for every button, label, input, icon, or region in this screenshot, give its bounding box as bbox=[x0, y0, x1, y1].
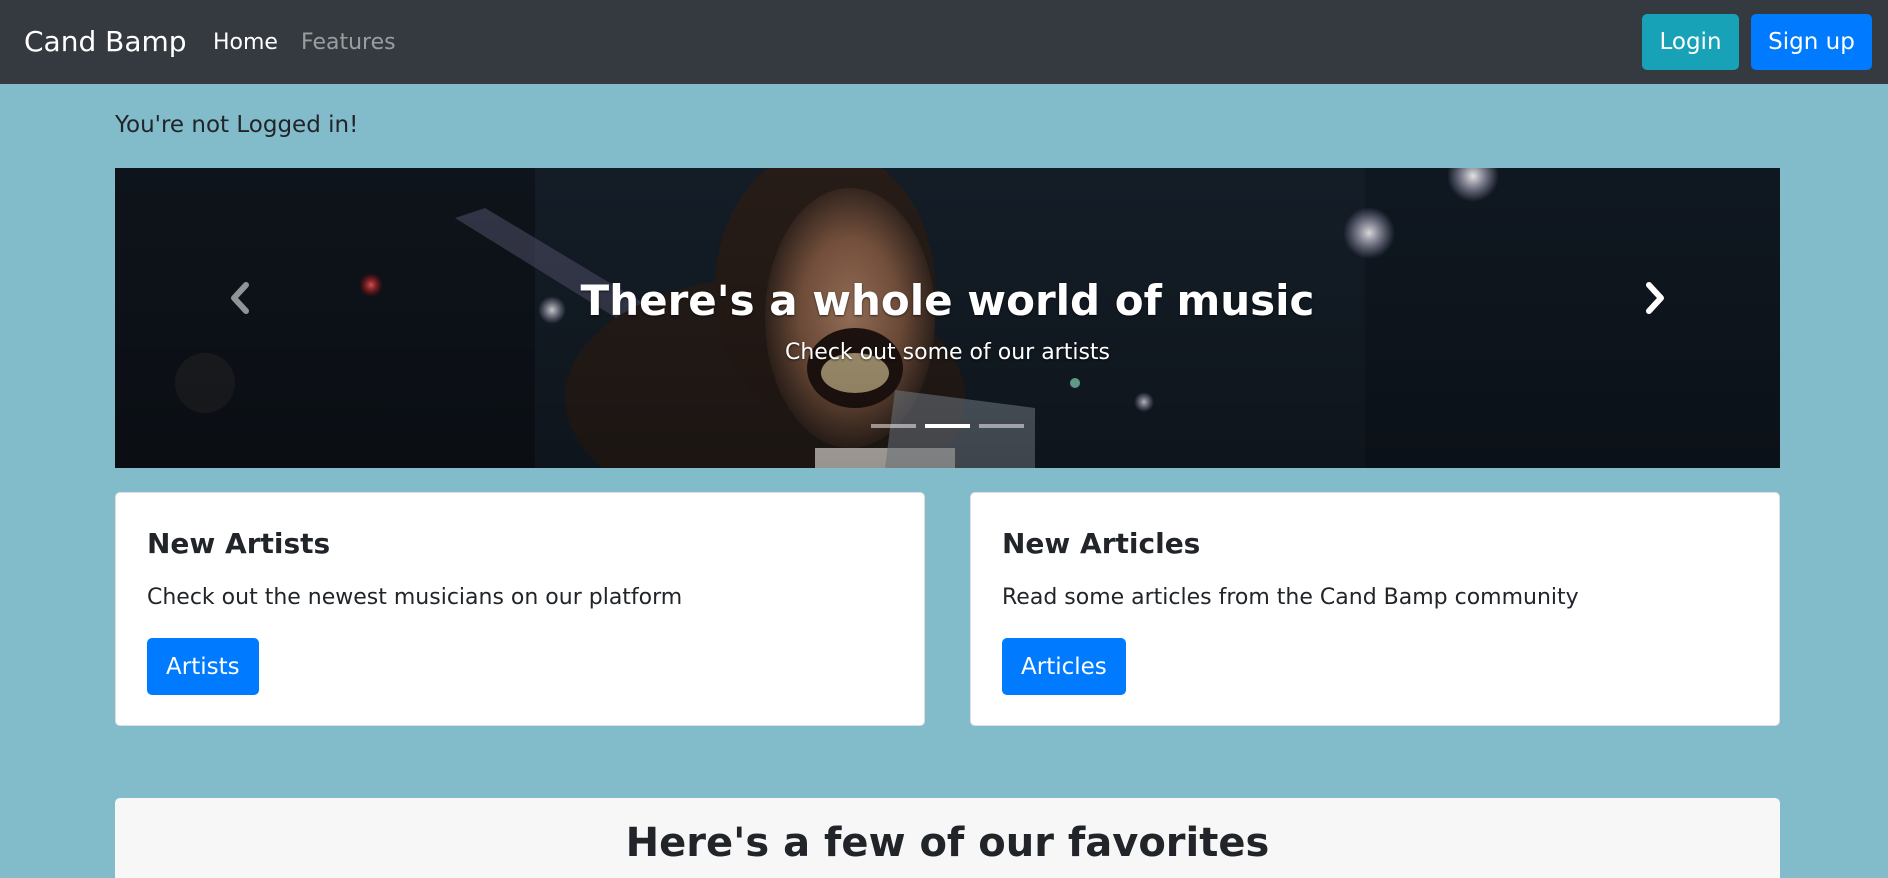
card-title: New Artists bbox=[147, 527, 331, 560]
carousel-caption-title: There's a whole world of music bbox=[580, 276, 1315, 325]
brand-logo-link[interactable]: Cand Bamp bbox=[24, 0, 187, 84]
carousel-indicators bbox=[115, 424, 1780, 428]
carousel-caption-subtitle: Check out some of our artists bbox=[784, 340, 1111, 365]
chevron-right-icon bbox=[1646, 282, 1664, 314]
signup-button[interactable]: Sign up bbox=[1751, 14, 1872, 70]
articles-button[interactable]: Articles bbox=[1002, 638, 1126, 695]
new-articles-card: New Articles Read some articles from the… bbox=[970, 492, 1780, 726]
artists-button[interactable]: Artists bbox=[147, 638, 259, 695]
carousel-indicator-2[interactable] bbox=[925, 424, 970, 428]
card-text: Read some articles from the Cand Bamp co… bbox=[1002, 585, 1579, 610]
favorites-section: Here's a few of our favorites bbox=[115, 798, 1780, 878]
carousel-indicator-3[interactable] bbox=[979, 424, 1024, 428]
carousel-prev-control[interactable] bbox=[210, 268, 270, 328]
carousel-indicator-1[interactable] bbox=[871, 424, 916, 428]
carousel-next-control[interactable] bbox=[1625, 268, 1685, 328]
hero-carousel: There's a whole world of music Check out… bbox=[115, 168, 1780, 468]
login-status-text: You're not Logged in! bbox=[115, 112, 359, 138]
card-title: New Articles bbox=[1002, 527, 1201, 560]
new-artists-card: New Artists Check out the newest musicia… bbox=[115, 492, 925, 726]
favorites-heading: Here's a few of our favorites bbox=[625, 820, 1270, 866]
nav-link-features[interactable]: Features bbox=[301, 0, 396, 84]
nav-link-home[interactable]: Home bbox=[213, 0, 278, 84]
chevron-left-icon bbox=[231, 282, 249, 314]
card-text: Check out the newest musicians on our pl… bbox=[147, 585, 683, 610]
login-button[interactable]: Login bbox=[1642, 14, 1739, 70]
top-navbar: Cand Bamp Home Features Login Sign up bbox=[0, 0, 1888, 84]
